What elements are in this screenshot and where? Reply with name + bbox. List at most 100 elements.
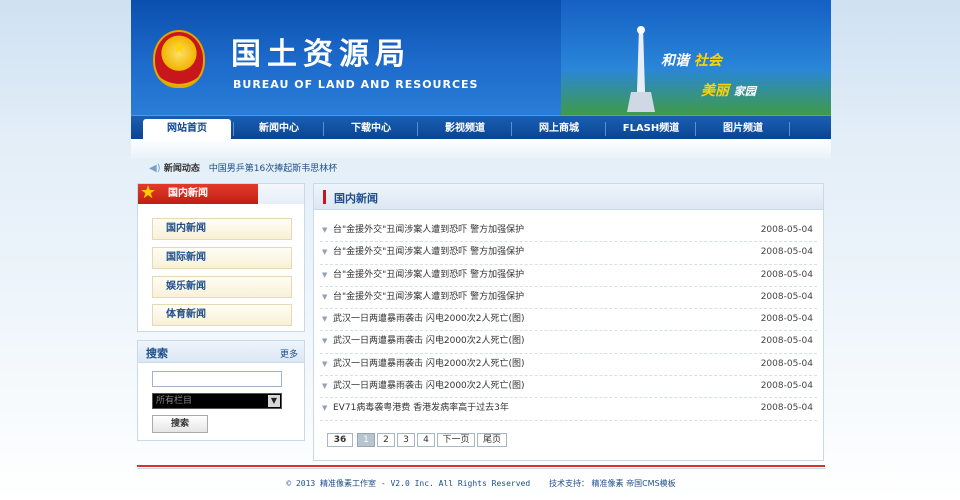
list-item: ▼ 台"金援外交"丑闻涉案人遭到恐吓 警方加强保护 2008-05-04	[320, 265, 817, 287]
list-item: ▼ EV71病毒袭粤港费 香港发病率高于过去3年 2008-05-04	[320, 398, 817, 421]
national-emblem-icon	[153, 30, 205, 88]
news-title-link[interactable]: 武汉一日两遭暴雨袭击 闪电2000次2人死亡(图)	[333, 331, 525, 352]
nav-item-download[interactable]: 下载中心	[327, 119, 415, 140]
slogan-harmony-b: 社会	[693, 53, 722, 69]
slogan-harmony: 和谐 社会	[661, 50, 722, 70]
news-panel-header: 国内新闻	[314, 184, 823, 210]
bullet-triangle-icon: ▼	[322, 382, 328, 391]
news-ticker: ◀) 新闻动态 中国男乒第16次捧起斯韦思林杯	[149, 162, 337, 176]
news-title-link[interactable]: 台"金援外交"丑闻涉案人遭到恐吓 警方加强保护	[333, 220, 524, 241]
bullet-triangle-icon: ▼	[322, 315, 328, 324]
news-date: 2008-05-04	[760, 247, 813, 258]
speaker-icon: ◀)	[149, 163, 161, 174]
pagination-page-4[interactable]: 4	[417, 433, 435, 447]
list-item: ▼ 台"金援外交"丑闻涉案人遭到恐吓 警方加强保护 2008-05-04	[320, 242, 817, 265]
nav-divider	[511, 122, 512, 136]
news-panel: 国内新闻 ▼ 台"金援外交"丑闻涉案人遭到恐吓 警方加强保护 2008-05-0…	[313, 183, 824, 461]
category-international-news[interactable]: 国际新闻	[152, 247, 292, 269]
slogan-beauty-b: 家园	[733, 85, 756, 98]
list-item: ▼ 武汉一日两遭暴雨袭击 闪电2000次2人死亡(图) 2008-05-04	[320, 331, 817, 354]
nav-item-home[interactable]: 网站首页	[143, 119, 231, 140]
main-nav: 网站首页 新闻中心 下载中心 影视频道 网上商城 FLASH频道 图片频道	[131, 115, 831, 140]
news-date: 2008-05-04	[760, 403, 813, 414]
footer: © 2013 精准像素工作室 - V2.0 Inc. All Rights Re…	[131, 478, 831, 489]
bullet-triangle-icon: ▼	[322, 248, 328, 257]
slogan-beauty-a: 美丽	[701, 83, 729, 99]
search-button[interactable]: 搜索	[152, 415, 208, 433]
pagination-page-2[interactable]: 2	[377, 433, 395, 447]
news-date: 2008-05-04	[760, 225, 813, 235]
news-date: 2008-05-04	[760, 381, 813, 392]
pagination-page-1[interactable]: 1	[357, 433, 375, 447]
bullet-triangle-icon: ▼	[322, 359, 328, 368]
pagination-total-count: 36	[327, 433, 353, 447]
category-sports-news[interactable]: 体育新闻	[152, 304, 292, 326]
news-title-link[interactable]: EV71病毒袭粤港费 香港发病率高于过去3年	[333, 398, 509, 419]
news-date: 2008-05-04	[760, 314, 813, 325]
page: 国土资源局 BUREAU OF LAND AND RESOURCES 和谐 社会…	[131, 0, 831, 500]
news-title-link[interactable]: 武汉一日两遭暴雨袭击 闪电2000次2人死亡(图)	[333, 354, 525, 375]
search-category-value: 所有栏目	[156, 396, 193, 406]
footer-divider-blue	[137, 468, 825, 469]
nav-item-flash[interactable]: FLASH频道	[609, 119, 693, 140]
news-title-link[interactable]: 武汉一日两遭暴雨袭击 闪电2000次2人死亡(图)	[333, 309, 525, 330]
news-title-link[interactable]: 武汉一日两遭暴雨袭击 闪电2000次2人死亡(图)	[333, 376, 525, 397]
nav-item-pictures[interactable]: 图片频道	[699, 119, 787, 140]
header-banner: 国土资源局 BUREAU OF LAND AND RESOURCES 和谐 社会…	[131, 0, 831, 115]
search-input[interactable]	[152, 371, 282, 387]
pagination-page-3[interactable]: 3	[397, 433, 415, 447]
footer-support-link-template[interactable]: 帝国CMS模板	[626, 479, 676, 488]
star-icon: ★	[140, 182, 157, 203]
nav-subbar	[131, 139, 831, 159]
footer-support-link-studio[interactable]: 精准像素	[592, 479, 624, 488]
bullet-triangle-icon: ▼	[322, 404, 328, 413]
search-panel-title: 搜索	[146, 347, 168, 360]
nav-item-news[interactable]: 新闻中心	[237, 119, 321, 140]
nav-divider	[605, 122, 606, 136]
nav-divider	[789, 122, 790, 136]
category-domestic-news[interactable]: 国内新闻	[152, 218, 292, 240]
ticker-link[interactable]: 中国男乒第16次捧起斯韦思林杯	[209, 164, 337, 174]
search-category-select[interactable]: 所有栏目 ▼	[152, 393, 282, 409]
nav-item-video[interactable]: 影视频道	[421, 119, 509, 140]
monument-icon	[627, 26, 655, 112]
slogan-harmony-a: 和谐	[661, 53, 689, 69]
nav-divider	[695, 122, 696, 136]
pagination-next[interactable]: 下一页	[437, 433, 475, 447]
site-title: 国土资源局	[231, 37, 411, 72]
nav-divider	[417, 122, 418, 136]
news-title-link[interactable]: 台"金援外交"丑闻涉案人遭到恐吓 警方加强保护	[333, 265, 524, 286]
news-title-link[interactable]: 台"金援外交"丑闻涉案人遭到恐吓 警方加强保护	[333, 287, 524, 308]
footer-copyright: © 2013 精准像素工作室 - V2.0 Inc. All Rights Re…	[286, 479, 531, 488]
category-panel: 国内新闻 ★ 国内新闻 国际新闻 娱乐新闻 体育新闻	[137, 182, 305, 332]
ticker-label: 新闻动态	[163, 164, 200, 174]
pagination-last[interactable]: 尾页	[477, 433, 507, 447]
news-date: 2008-05-04	[760, 358, 813, 369]
list-item: ▼ 武汉一日两遭暴雨袭击 闪电2000次2人死亡(图) 2008-05-04	[320, 376, 817, 399]
site-subtitle: BUREAU OF LAND AND RESOURCES	[233, 78, 479, 91]
chevron-down-icon: ▼	[268, 395, 280, 407]
news-title-link[interactable]: 台"金援外交"丑闻涉案人遭到恐吓 警方加强保护	[333, 242, 524, 263]
search-more-link[interactable]: 更多	[280, 347, 298, 360]
nav-divider	[233, 122, 234, 136]
banner-image: 和谐 社会 美丽 家园	[561, 0, 831, 115]
bullet-triangle-icon: ▼	[322, 226, 328, 234]
footer-divider-red	[137, 465, 825, 467]
list-item: ▼ 台"金援外交"丑闻涉案人遭到恐吓 警方加强保护 2008-05-04	[320, 220, 817, 243]
category-entertainment-news[interactable]: 娱乐新闻	[152, 276, 292, 298]
bullet-triangle-icon: ▼	[322, 292, 328, 301]
news-date: 2008-05-04	[760, 336, 813, 347]
nav-divider	[323, 122, 324, 136]
footer-support-label: 技术支持：	[549, 479, 589, 488]
nav-item-shop[interactable]: 网上商城	[515, 119, 603, 140]
news-panel-title: 国内新闻	[334, 192, 378, 205]
news-panel-marker	[323, 190, 326, 204]
bullet-triangle-icon: ▼	[322, 270, 328, 279]
slogan-beauty: 美丽 家园	[701, 80, 756, 100]
footer-support: 技术支持： 精准像素 帝国CMS模板	[549, 479, 676, 488]
search-panel-header: 搜索 更多	[138, 341, 304, 363]
category-panel-header-tail	[258, 184, 304, 204]
news-date: 2008-05-04	[760, 291, 813, 302]
bullet-triangle-icon: ▼	[322, 337, 328, 346]
news-list: ▼ 台"金援外交"丑闻涉案人遭到恐吓 警方加强保护 2008-05-04 ▼ 台…	[320, 220, 817, 421]
